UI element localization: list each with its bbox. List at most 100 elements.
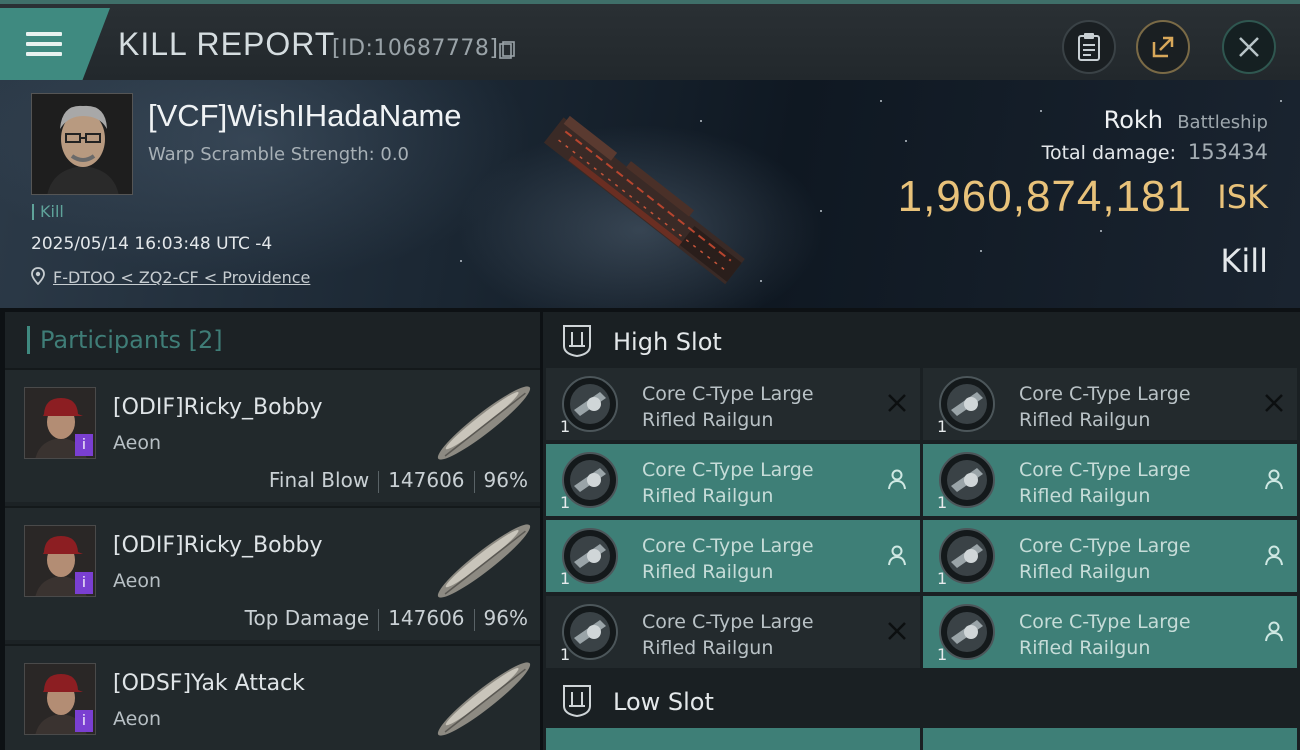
clipboard-button[interactable] — [1062, 20, 1116, 74]
isk-value: 1,960,874,181 — [897, 172, 1192, 221]
participant-row[interactable]: i [ODIF]Ricky_Bobby Aeon Top Damage 14760… — [5, 506, 540, 640]
high-slot-title: High Slot — [613, 328, 722, 356]
module-item[interactable]: 1 Core C-Type Large Rifled Railgun — [923, 520, 1297, 592]
share-button[interactable] — [1136, 20, 1190, 74]
participant-ship: Aeon — [113, 708, 162, 730]
alliance-badge-icon: i — [75, 572, 93, 594]
victim-ship-class: Battleship — [1177, 112, 1268, 133]
participants-panel: Participants [2] i [ODIF]Ricky_Bobby Aeo… — [5, 312, 540, 750]
module-item[interactable]: 1 Core C-Type Large Rifled Railgun — [546, 520, 920, 592]
module-name-line2: Rifled Railgun — [642, 409, 774, 431]
module-name: Core C-Type Large Rifled Railgun — [1019, 381, 1239, 433]
close-icon — [1239, 37, 1259, 57]
participant-ship: Aeon — [113, 570, 162, 592]
participant-ship: Aeon — [113, 432, 162, 454]
pilot-icon — [888, 469, 906, 490]
victim-banner: [VCF]WishIHadaName Warp Scramble Strengt… — [0, 80, 1300, 308]
header-bar: KILL REPORT [ID:10687778] — [0, 0, 1300, 80]
pilot-portrait-image — [32, 94, 132, 194]
low-slot-header: Low Slot — [543, 674, 1300, 728]
alliance-badge-icon: i — [75, 710, 93, 732]
module-item[interactable] — [546, 728, 920, 750]
pilot-icon — [1265, 545, 1283, 566]
destroyed-x-icon — [1265, 394, 1283, 412]
close-button[interactable] — [1222, 20, 1276, 74]
module-name-line1: Core C-Type Large — [642, 459, 814, 481]
module-name-line1: Core C-Type Large — [642, 535, 814, 557]
participant-damage: 147606 — [388, 468, 465, 492]
destroyed-x-icon — [888, 622, 906, 640]
avatar[interactable]: i — [24, 387, 96, 459]
avatar[interactable]: i — [24, 525, 96, 597]
module-name-line2: Rifled Railgun — [642, 637, 774, 659]
module-name-line2: Rifled Railgun — [1019, 637, 1151, 659]
module-item[interactable]: 1 Core C-Type Large Rifled Railgun — [546, 596, 920, 668]
kill-location-link[interactable]: F-DTOO < ZQ2-CF < Providence — [53, 268, 310, 287]
module-quantity: 1 — [560, 645, 571, 664]
module-name-line1: Core C-Type Large — [1019, 611, 1191, 633]
copy-icon[interactable] — [499, 41, 515, 59]
participant-ship-image — [437, 386, 531, 460]
module-name-line1: Core C-Type Large — [642, 383, 814, 405]
participant-stats: Top Damage 147606 96% — [245, 606, 528, 631]
module-quantity: 1 — [937, 645, 948, 664]
module-item[interactable] — [923, 728, 1297, 750]
participant-name[interactable]: [ODSF]Yak Attack — [113, 671, 305, 696]
module-item[interactable]: 1 Core C-Type Large Rifled Railgun — [923, 444, 1297, 516]
participant-row[interactable]: i [ODSF]Yak Attack Aeon — [5, 644, 540, 750]
destroyed-x-icon — [888, 394, 906, 412]
participant-role: Final Blow — [268, 468, 370, 492]
victim-ship-image — [543, 115, 745, 285]
participant-percent: 96% — [483, 468, 528, 492]
high-slot-header: High Slot — [543, 314, 1300, 368]
participant-name[interactable]: [ODIF]Ricky_Bobby — [113, 533, 323, 558]
alliance-badge-icon: i — [75, 434, 93, 456]
module-quantity: 1 — [937, 569, 948, 588]
isk-unit: ISK — [1217, 178, 1268, 216]
warp-scramble-strength: Warp Scramble Strength: 0.0 — [148, 144, 410, 165]
module-name: Core C-Type Large Rifled Railgun — [642, 457, 862, 509]
total-damage-label: Total damage: — [1041, 142, 1176, 164]
module-quantity: 1 — [937, 493, 948, 512]
low-slot-title: Low Slot — [613, 688, 714, 716]
fitting-panel: High Slot 1 Core C-Type Large Rifled Railg… — [543, 312, 1300, 750]
module-quantity: 1 — [937, 417, 948, 436]
avatar[interactable]: i — [24, 663, 96, 735]
module-item[interactable]: 1 Core C-Type Large Rifled Railgun — [923, 596, 1297, 668]
module-name-line1: Core C-Type Large — [1019, 535, 1191, 557]
result-label: Kill — [1220, 242, 1268, 280]
participant-name[interactable]: [ODIF]Ricky_Bobby — [113, 395, 323, 420]
kill-datetime: 2025/05/14 16:03:48 UTC -4 — [31, 234, 273, 254]
slot-icon — [563, 325, 591, 358]
module-name-line2: Rifled Railgun — [642, 561, 774, 583]
menu-icon — [26, 32, 62, 60]
module-name: Core C-Type Large Rifled Railgun — [642, 533, 862, 585]
module-name-line1: Core C-Type Large — [1019, 383, 1191, 405]
victim-name[interactable]: [VCF]WishIHadaName — [148, 98, 462, 134]
victim-ship-name[interactable]: Rokh — [1104, 106, 1163, 134]
module-item[interactable]: 1 Core C-Type Large Rifled Railgun — [546, 444, 920, 516]
module-item[interactable]: 1 Core C-Type Large Rifled Railgun — [546, 368, 920, 440]
module-name: Core C-Type Large Rifled Railgun — [642, 381, 862, 433]
menu-button[interactable] — [0, 8, 110, 80]
participant-damage: 147606 — [388, 606, 465, 630]
module-item[interactable]: 1 Core C-Type Large Rifled Railgun — [923, 368, 1297, 440]
module-quantity: 1 — [560, 417, 571, 436]
pilot-icon — [1265, 621, 1283, 642]
module-name: Core C-Type Large Rifled Railgun — [1019, 533, 1239, 585]
participant-row[interactable]: i [ODIF]Ricky_Bobby Aeon Final Blow 14760… — [5, 368, 540, 502]
victim-portrait[interactable] — [31, 93, 133, 195]
participant-ship-image — [437, 662, 531, 736]
total-damage-value: 153434 — [1187, 140, 1268, 164]
pilot-icon — [888, 545, 906, 566]
module-name: Core C-Type Large Rifled Railgun — [1019, 457, 1239, 509]
participant-role: Top Damage — [244, 606, 370, 630]
participant-ship-image — [437, 524, 531, 598]
module-name: Core C-Type Large Rifled Railgun — [642, 609, 862, 661]
location-pin-icon — [31, 267, 45, 285]
participant-stats: Final Blow 147606 96% — [269, 468, 528, 493]
pilot-icon — [1265, 469, 1283, 490]
module-name-line2: Rifled Railgun — [642, 485, 774, 507]
module-name: Core C-Type Large Rifled Railgun — [1019, 609, 1239, 661]
module-quantity: 1 — [560, 569, 571, 588]
